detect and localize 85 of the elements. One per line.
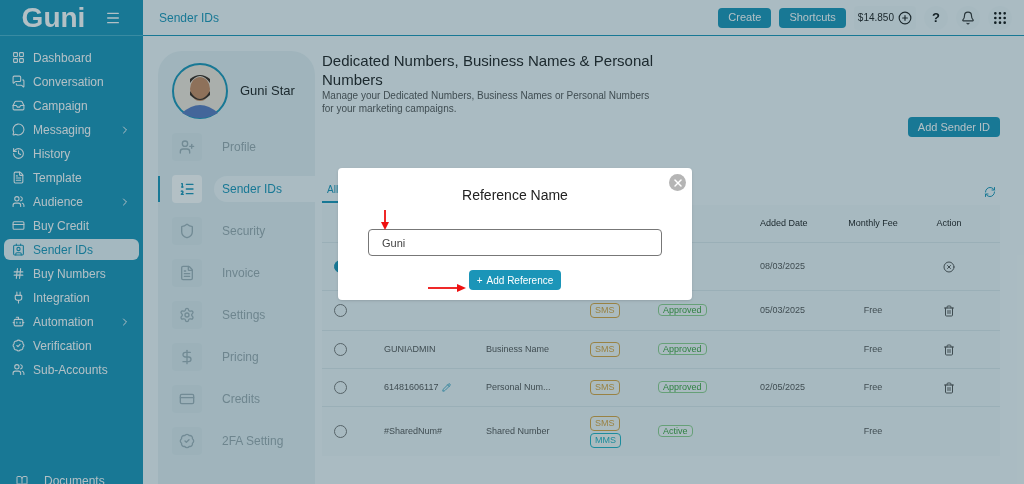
channel-badge: SMS [590,415,620,431]
dollar-icon [179,349,195,365]
page-title: Sender IDs [159,9,220,27]
modal-title: Reference Name [462,186,568,205]
sender-type: Personal Num... [486,381,551,392]
column-header: Added Date [760,216,809,230]
reference-input[interactable]: Guni [368,229,662,256]
message-icon [12,123,25,136]
annotation-arrow [428,284,466,292]
header-button[interactable]: Shortcuts [779,7,846,28]
logo: Guni [21,3,86,32]
channel-badge: SMS [590,342,620,357]
book-icon [16,475,28,484]
added-date: 05/03/2025 [760,304,806,315]
channel-badge: MMS [590,432,621,448]
edit-icon[interactable] [442,383,452,392]
sidebar-item[interactable]: Messaging [4,119,139,140]
profile-menu-item[interactable]: Sender IDs [214,176,315,202]
users-icon [12,363,25,376]
sidebar-item[interactable]: History [4,143,139,164]
sidebar-item[interactable]: Campaign [4,95,139,116]
inbox-icon [12,99,25,112]
sidebar-item[interactable]: Sub-Accounts [4,359,139,380]
delete-icon[interactable] [943,304,955,317]
added-date: 08/03/2025 [760,260,806,271]
monthly-fee: Free [863,381,883,392]
numbered-list-icon [179,181,195,197]
sidebar-item[interactable]: Audience [4,191,139,212]
robot-icon [12,315,25,328]
close-button[interactable] [669,174,686,191]
sidebar-item[interactable]: Conversation [4,71,139,92]
sidebar-item[interactable]: Integration [4,287,139,308]
sender-id: #SharedNum# [384,424,443,438]
plug-icon [12,291,25,304]
gear-icon [179,307,195,323]
bell-icon [961,10,975,25]
grid-icon [12,51,25,64]
sidebar-item[interactable]: Buy Credit [4,215,139,236]
sidebar-item[interactable]: Buy Numbers [4,263,139,284]
add-reference-button[interactable]: + Add Reference [468,270,562,290]
added-date: 02/05/2025 [760,381,806,392]
delete-icon[interactable] [943,343,955,356]
sidebar-item[interactable]: Dashboard [4,47,139,68]
check-badge-icon [179,433,195,449]
monthly-fee: Free [863,304,883,315]
shield-icon [179,223,195,239]
sidebar-item[interactable]: Verification [4,335,139,356]
header-button[interactable]: Create [718,7,772,28]
delete-icon[interactable] [943,381,955,394]
active-indicator [158,176,160,202]
card-icon [12,219,25,232]
avatar [172,63,228,119]
cancel-icon[interactable] [943,260,955,273]
section-title: Dedicated Numbers, Business Names & Personal Numbers [322,51,654,89]
column-header: Monthly Fee [848,216,898,230]
add-sender-id-button[interactable]: Add Sender ID [907,117,1000,137]
column-header: Action [936,216,962,230]
monthly-fee: Free [863,343,883,354]
sender-id: 61481606117 [384,380,439,394]
grid-dots-icon [992,9,1008,26]
close-icon [671,176,684,189]
annotation-arrow [381,210,389,230]
channel-badge: SMS [590,380,620,395]
users-icon [12,195,25,208]
sender-id: GUNIADMIN [384,342,436,356]
user-plus-icon [179,139,195,155]
check-badge-icon [12,339,25,352]
hash-icon [12,267,25,280]
document-icon [12,171,25,184]
sender-type: Business Name [486,343,550,354]
monthly-fee: Free [863,425,883,436]
channel-badge: SMS [590,303,620,318]
refresh-icon[interactable] [984,186,996,198]
profile-name: Guni Star [240,82,295,101]
sender-type: Shared Number [486,425,550,436]
sidebar-item[interactable]: Sender IDs [4,239,139,260]
history-icon [12,147,25,160]
sidebar-item[interactable]: Template [4,167,139,188]
id-card-icon [12,243,25,256]
chat-icon [12,75,25,88]
document-icon [179,265,195,281]
card-icon [179,391,195,407]
sidebar-item[interactable]: Automation [4,311,139,332]
section-description: Manage your Dedicated Numbers, Business Names or Personal Numbers for your marketing campaigns. [322,89,651,115]
add-circle-icon [898,10,912,25]
